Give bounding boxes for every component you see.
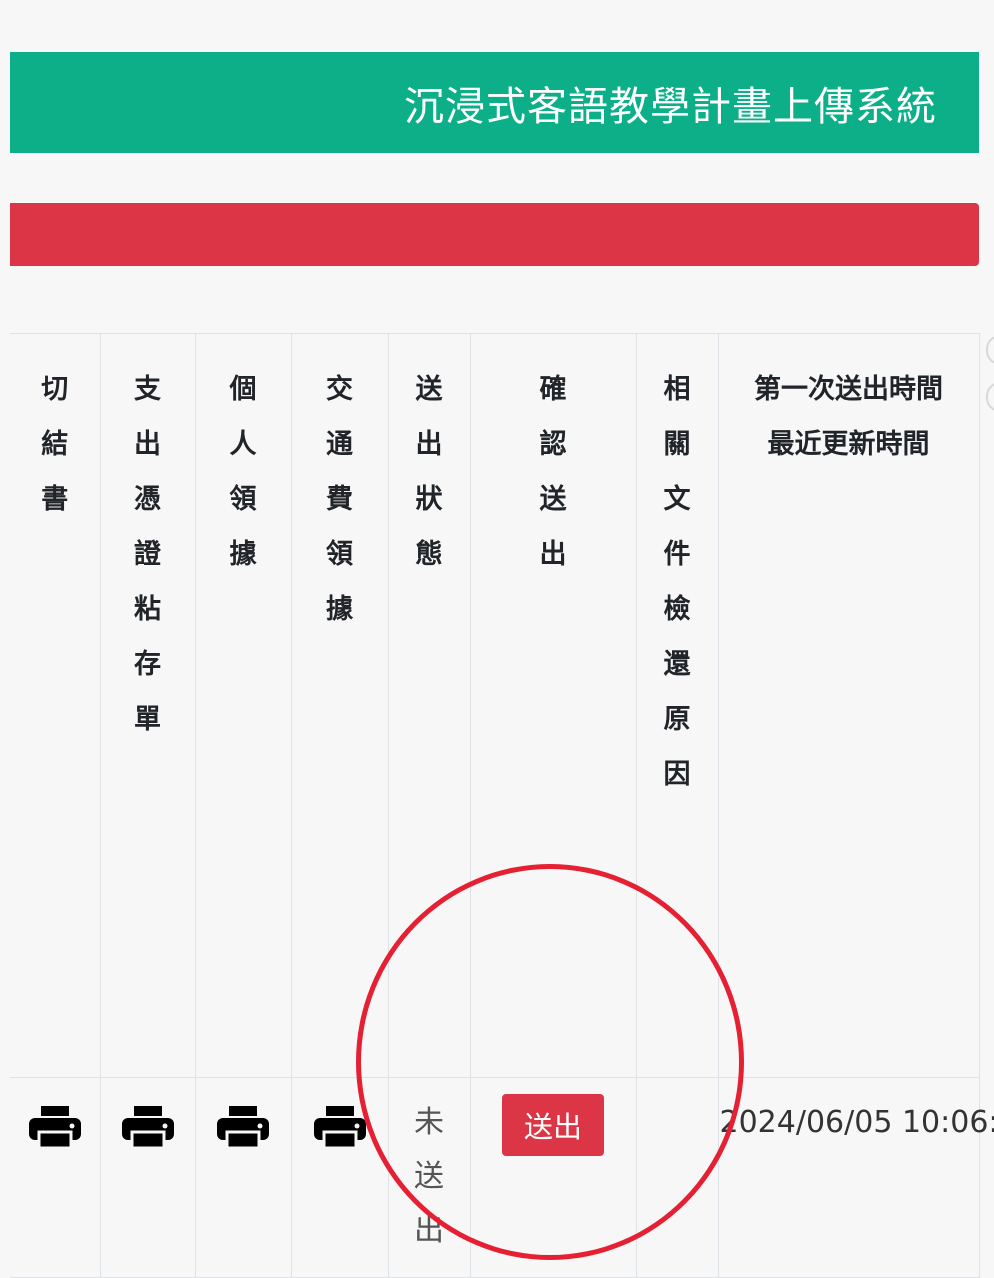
submission-table: 切結書 支出憑證粘存單 個人領據 交通費領據 送出狀態 確認送出 相關文件檢還原… [10, 333, 994, 1278]
cell-transport-receipt [290, 1077, 389, 1278]
printer-icon[interactable] [28, 1106, 81, 1150]
cell-doc-return-reason [635, 1077, 719, 1278]
scroll-edge-marker [986, 382, 994, 412]
printer-icon[interactable] [121, 1106, 174, 1150]
cell-confirm-send: 送出 [469, 1077, 637, 1278]
cell-personal-receipt [194, 1077, 292, 1278]
app-title: 沉浸式客語教學計畫上傳系統 [404, 83, 937, 130]
alert-banner [10, 203, 979, 266]
app-header: 沉浸式客語教學計畫上傳系統 [10, 52, 979, 153]
table-header-row: 切結書 支出憑證粘存單 個人領據 交通費領據 送出狀態 確認送出 相關文件檢還原… [10, 333, 980, 1078]
col-header-affidavit: 切結書 [10, 333, 101, 1078]
scroll-edge-marker [986, 335, 994, 365]
table-row: 未送出 送出 2024/06/05 10:06:53 [10, 1077, 994, 1278]
printer-icon[interactable] [217, 1106, 269, 1150]
col-header-doc-return-reason: 相關文件檢還原因 [635, 333, 719, 1078]
col-header-time: 第一次送出時間 最近更新時間 [717, 333, 980, 1078]
send-status-text: 未送出 [414, 1105, 444, 1248]
cell-expense-voucher [99, 1077, 196, 1278]
cell-send-status: 未送出 [387, 1077, 471, 1278]
last-updated-time-label: 最近更新時間 [767, 429, 930, 460]
cell-affidavit [10, 1077, 101, 1278]
printer-icon[interactable] [313, 1106, 366, 1150]
col-header-personal-receipt: 個人領據 [194, 333, 292, 1078]
cell-timestamp: 2024/06/05 10:06:53 [717, 1077, 994, 1278]
first-sent-time-label: 第一次送出時間 [754, 374, 943, 405]
col-header-confirm-send: 確認送出 [469, 333, 637, 1078]
col-header-send-status: 送出狀態 [387, 333, 471, 1078]
send-button[interactable]: 送出 [501, 1094, 604, 1156]
col-header-transport-receipt: 交通費領據 [290, 333, 389, 1078]
col-header-expense-voucher: 支出憑證粘存單 [99, 333, 196, 1078]
timestamp-text: 2024/06/05 10:06:53 [719, 1105, 994, 1140]
